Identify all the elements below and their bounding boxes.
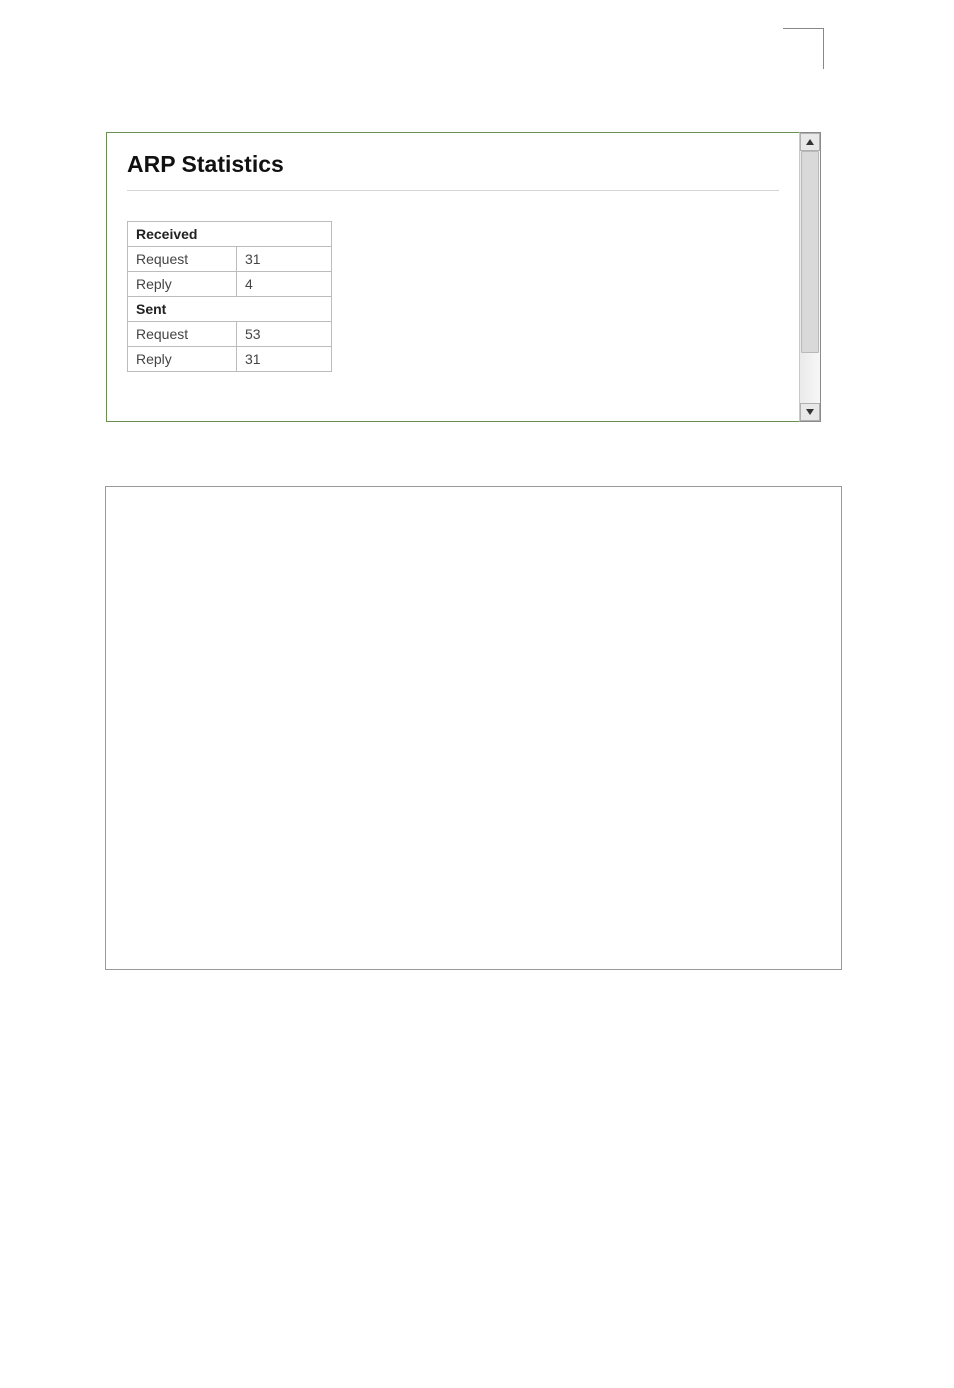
chevron-up-icon: [806, 139, 814, 145]
panel-title: ARP Statistics: [127, 151, 779, 178]
table-row: Reply 31: [128, 347, 332, 372]
empty-outlined-box: [105, 486, 842, 970]
scroll-down-button[interactable]: [800, 403, 820, 421]
arp-stats-table: Received Request 31 Reply 4 Sent Request: [127, 221, 332, 372]
table-row: Reply 4: [128, 272, 332, 297]
page: ARP Statistics Received Request 31 Reply…: [0, 0, 954, 1388]
chevron-down-icon: [806, 409, 814, 415]
row-value: 31: [237, 347, 332, 372]
vertical-scrollbar[interactable]: [799, 132, 821, 422]
section-header-label: Sent: [128, 297, 332, 322]
table-row: Request 53: [128, 322, 332, 347]
row-label: Request: [128, 247, 237, 272]
table-section-received: Received: [128, 222, 332, 247]
panel-content: ARP Statistics Received Request 31 Reply…: [106, 132, 799, 422]
crop-mark: [783, 28, 824, 69]
table-section-sent: Sent: [128, 297, 332, 322]
row-value: 31: [237, 247, 332, 272]
row-value: 4: [237, 272, 332, 297]
row-value: 53: [237, 322, 332, 347]
table-row: Request 31: [128, 247, 332, 272]
row-label: Reply: [128, 272, 237, 297]
row-label: Reply: [128, 347, 237, 372]
scrollbar-thumb[interactable]: [801, 151, 819, 353]
section-header-label: Received: [128, 222, 332, 247]
row-label: Request: [128, 322, 237, 347]
scroll-up-button[interactable]: [800, 133, 820, 151]
panel-divider: [127, 190, 779, 191]
arp-statistics-panel: ARP Statistics Received Request 31 Reply…: [106, 132, 821, 422]
scrollbar-track[interactable]: [800, 151, 820, 403]
